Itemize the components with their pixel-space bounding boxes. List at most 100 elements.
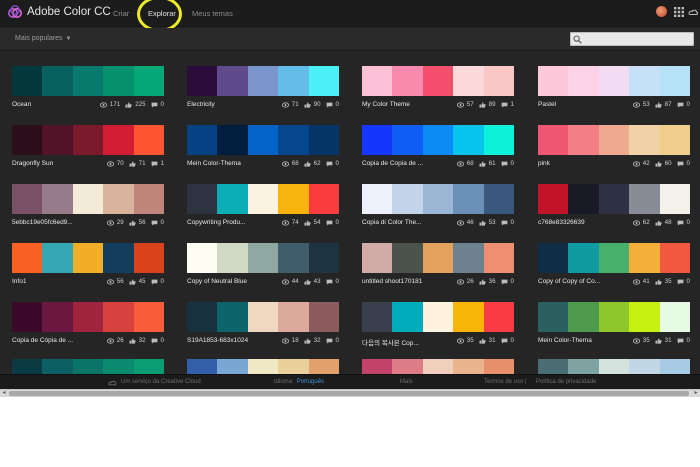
color-swatch[interactable] [247, 302, 279, 332]
color-swatch[interactable] [278, 125, 309, 155]
color-swatch[interactable] [453, 243, 484, 273]
like-thumb-icon[interactable] [479, 160, 486, 167]
nav-meus-temas[interactable]: Meus temas [192, 9, 233, 18]
color-swatch[interactable] [103, 243, 134, 273]
color-swatch[interactable] [103, 125, 134, 155]
color-swatch[interactable] [538, 243, 569, 273]
color-swatch[interactable] [42, 125, 73, 155]
color-swatch[interactable] [12, 125, 43, 155]
apps-grid-icon[interactable] [674, 7, 684, 17]
color-swatch[interactable] [133, 184, 165, 214]
theme-name[interactable]: My Color Theme [362, 101, 410, 108]
comment-bubble-icon[interactable] [501, 338, 508, 344]
color-swatch[interactable] [538, 66, 569, 96]
like-thumb-icon[interactable] [655, 337, 662, 344]
theme-card[interactable]: Info1 56 45 0 [12, 243, 165, 295]
comment-bubble-icon[interactable] [677, 279, 684, 285]
color-swatch[interactable] [392, 66, 423, 96]
color-swatch[interactable] [568, 66, 599, 96]
color-swatch[interactable] [278, 66, 309, 96]
theme-card[interactable]: S19A1853-683x1024 18 32 0 [187, 302, 340, 354]
theme-card[interactable]: 5ebbc19e05fc6ed9... 29 56 0 [12, 184, 165, 236]
theme-name[interactable]: Copy of Neutral Blue [187, 278, 247, 285]
theme-name[interactable]: untitled shoot170181 [362, 278, 422, 285]
theme-swatches[interactable] [538, 243, 691, 273]
scroll-right-arrow-icon[interactable]: ▸ [692, 390, 700, 397]
color-swatch[interactable] [659, 184, 691, 214]
theme-swatches[interactable] [362, 243, 515, 273]
color-swatch[interactable] [42, 243, 73, 273]
color-swatch[interactable] [392, 243, 423, 273]
theme-swatches[interactable] [187, 125, 340, 155]
color-swatch[interactable] [133, 243, 165, 273]
color-swatch[interactable] [72, 302, 104, 332]
theme-card[interactable]: Copy of Copy of Co... 41 35 0 [538, 243, 691, 295]
color-swatch[interactable] [103, 66, 134, 96]
color-swatch[interactable] [187, 243, 218, 273]
color-swatch[interactable] [217, 243, 248, 273]
comment-bubble-icon[interactable] [151, 338, 158, 344]
comment-bubble-icon[interactable] [501, 220, 508, 226]
theme-swatches[interactable] [12, 184, 165, 214]
comment-bubble-icon[interactable] [677, 338, 684, 344]
theme-swatches[interactable] [187, 66, 340, 96]
theme-name[interactable]: Mein Color-Thema [187, 160, 241, 167]
theme-name[interactable]: Dragonfly Sun [12, 160, 53, 167]
color-swatch[interactable] [453, 66, 484, 96]
comment-bubble-icon[interactable] [677, 161, 684, 167]
color-swatch[interactable] [308, 302, 340, 332]
color-swatch[interactable] [308, 184, 340, 214]
theme-name[interactable]: Ocean [12, 101, 31, 108]
theme-card[interactable]: Pastel 53 87 0 [538, 66, 691, 118]
color-swatch[interactable] [392, 125, 423, 155]
theme-card[interactable]: Copywriting Produ... 74 54 0 [187, 184, 340, 236]
color-swatch[interactable] [538, 302, 569, 332]
theme-swatches[interactable] [187, 243, 340, 273]
color-swatch[interactable] [187, 302, 218, 332]
color-swatch[interactable] [278, 184, 309, 214]
theme-name[interactable]: Info1 [12, 278, 26, 285]
like-thumb-icon[interactable] [125, 101, 132, 108]
theme-card[interactable]: pink 42 60 0 [538, 125, 691, 177]
footer-more-link[interactable]: Mais [400, 379, 413, 385]
color-swatch[interactable] [568, 125, 599, 155]
color-swatch[interactable] [72, 184, 104, 214]
color-swatch[interactable] [659, 302, 691, 332]
color-swatch[interactable] [629, 302, 660, 332]
color-swatch[interactable] [483, 125, 515, 155]
like-thumb-icon[interactable] [129, 219, 136, 226]
theme-swatches[interactable] [538, 184, 691, 214]
color-swatch[interactable] [659, 243, 691, 273]
comment-bubble-icon[interactable] [151, 279, 158, 285]
theme-card[interactable]: Copia de Cópia de ... 26 32 0 [12, 302, 165, 354]
theme-name[interactable]: Pastel [538, 101, 556, 108]
color-swatch[interactable] [133, 125, 165, 155]
color-swatch[interactable] [133, 66, 165, 96]
footer-language-value[interactable]: Português [297, 379, 324, 385]
like-thumb-icon[interactable] [304, 219, 311, 226]
color-swatch[interactable] [42, 66, 73, 96]
comment-bubble-icon[interactable] [677, 220, 684, 226]
color-swatch[interactable] [422, 184, 454, 214]
comment-bubble-icon[interactable] [501, 102, 508, 108]
color-swatch[interactable] [362, 243, 393, 273]
color-swatch[interactable] [247, 243, 279, 273]
app-title[interactable]: Adobe Color CC [27, 6, 111, 18]
comment-bubble-icon[interactable] [326, 161, 333, 167]
color-swatch[interactable] [133, 302, 165, 332]
color-swatch[interactable] [362, 66, 393, 96]
color-swatch[interactable] [453, 302, 484, 332]
color-swatch[interactable] [568, 184, 599, 214]
footer-terms-label[interactable]: Termos de uso [484, 379, 523, 385]
like-thumb-icon[interactable] [479, 219, 486, 226]
comment-bubble-icon[interactable] [151, 161, 158, 167]
like-thumb-icon[interactable] [129, 160, 136, 167]
color-swatch[interactable] [42, 184, 73, 214]
comment-bubble-icon[interactable] [501, 161, 508, 167]
like-thumb-icon[interactable] [304, 160, 311, 167]
creative-cloud-icon[interactable] [688, 7, 698, 17]
like-thumb-icon[interactable] [655, 219, 662, 226]
theme-name[interactable]: Electricity [187, 101, 215, 108]
color-swatch[interactable] [453, 125, 484, 155]
theme-swatches[interactable] [538, 125, 691, 155]
